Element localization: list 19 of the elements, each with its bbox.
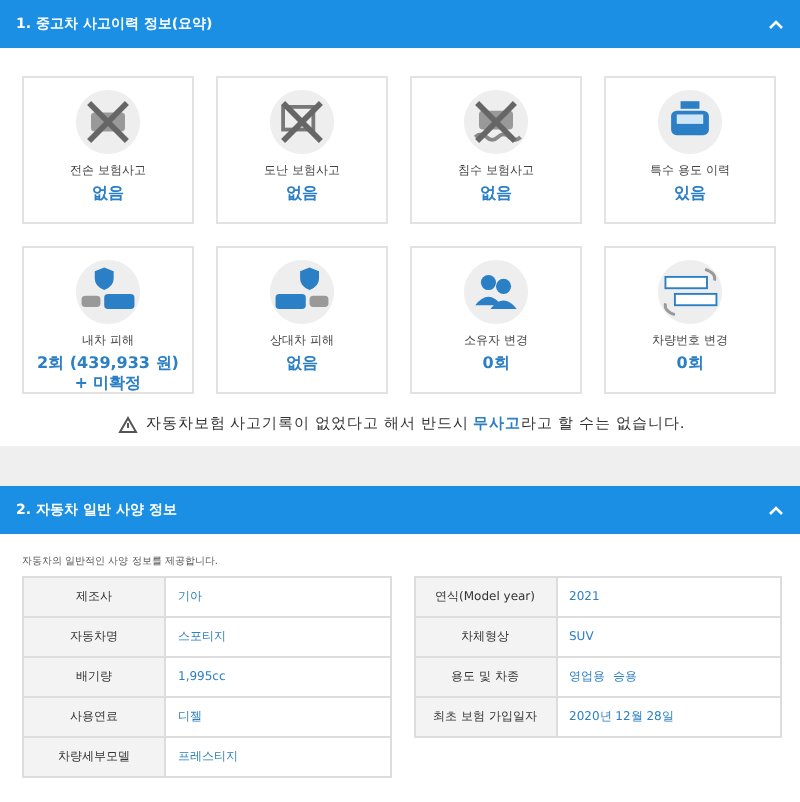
card-value: 없음	[286, 354, 318, 375]
card-value: 0회	[482, 354, 510, 375]
card-value: 0회	[676, 354, 704, 375]
car-damage-icon	[74, 258, 142, 326]
license-plate-icon	[656, 258, 724, 326]
card-value: 있음	[674, 184, 706, 205]
collapse-chevron-icon[interactable]	[768, 504, 784, 516]
crossed-flood-icon	[462, 88, 530, 156]
card-value: 2회 (439,933 원) + 미확정	[35, 354, 181, 396]
collapse-chevron-icon[interactable]	[768, 18, 784, 30]
car-damage-icon	[268, 258, 336, 326]
card-value: 없음	[480, 184, 512, 205]
card-value: 없음	[286, 184, 318, 205]
crossed-car-icon	[74, 88, 142, 156]
warning-icon	[117, 415, 138, 433]
taxi-icon	[656, 88, 724, 156]
crossed-theft-icon	[268, 88, 336, 156]
owners-icon	[462, 258, 530, 326]
card-value: 없음	[92, 184, 124, 205]
